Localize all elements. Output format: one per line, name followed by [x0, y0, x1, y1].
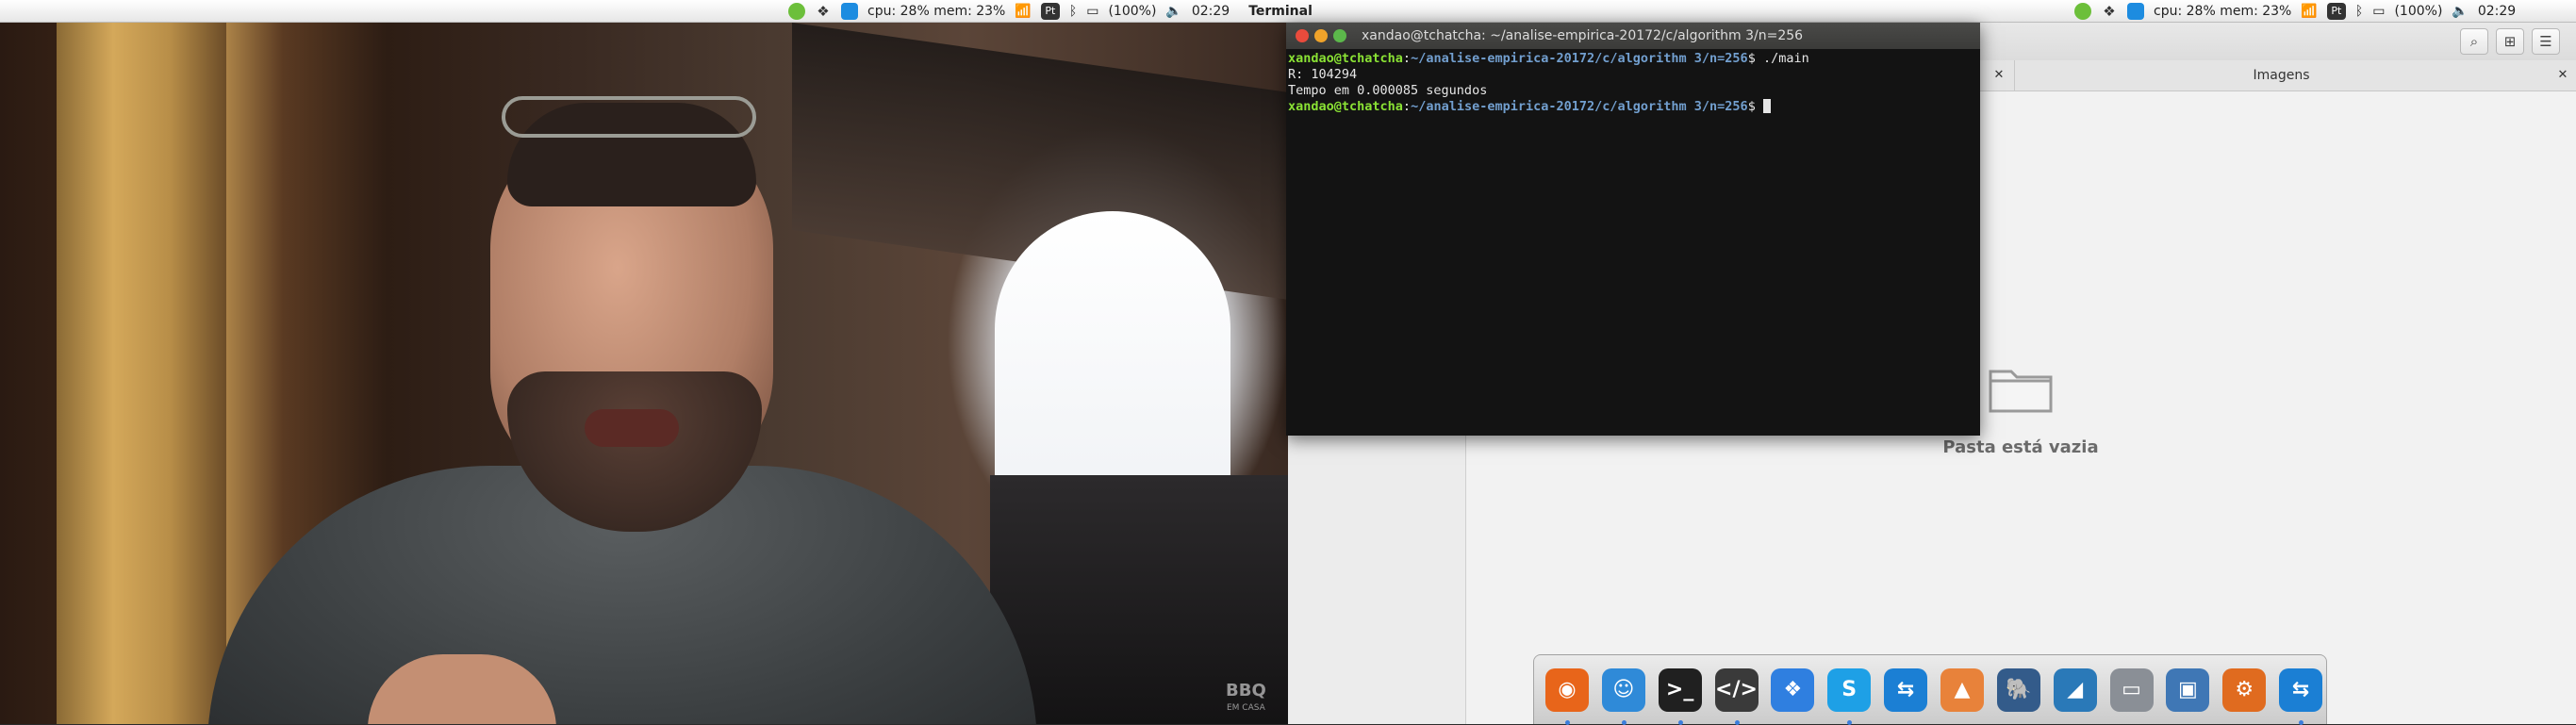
view-toggle-button[interactable]: ⊞ — [2496, 28, 2524, 55]
empty-folder-icon — [1989, 370, 2053, 413]
tab-close-button[interactable]: ✕ — [2551, 60, 2574, 91]
application-dock: ◉ ☺ >_ </> ❖ S ⇆ ▲ 🐘 ◢ ▭ ▣ ⚙ ⇆ — [1533, 654, 2327, 725]
dropbox-icon[interactable]: ❖ — [1767, 665, 1818, 716]
keyboard-layout-indicator[interactable]: Pt — [1040, 3, 1060, 20]
menubar-indicators-right: ❖ cpu: 28% mem: 23% 📶 Pt ᛒ ▭ (100%) 🔈 02… — [2074, 0, 2525, 23]
battery-percentage[interactable]: (100%) — [2394, 4, 2442, 19]
wifi-icon[interactable]: 📶 — [1015, 4, 1031, 19]
bluetooth-icon[interactable]: ᛒ — [1069, 4, 1077, 19]
terminal-output[interactable]: xandao@tchatcha:~/analise-empirica-20172… — [1288, 49, 1976, 436]
network-app-icon[interactable]: ⚙ — [2219, 665, 2270, 716]
text-cursor — [1762, 99, 1771, 113]
virtualbox-icon[interactable]: ▣ — [2162, 665, 2213, 716]
teamviewer-icon[interactable]: ⇆ — [1880, 665, 1931, 716]
wifi-icon[interactable]: 📶 — [2301, 4, 2317, 19]
hamburger-menu-icon: ☰ — [2539, 33, 2552, 50]
sunglasses — [502, 96, 756, 138]
terminal-titlebar[interactable]: xandao@tchatcha: ~/analise-empirica-2017… — [1286, 23, 1980, 49]
background-pillar — [57, 23, 226, 724]
terminal-title: xandao@tchatcha: ~/analise-empirica-2017… — [1362, 28, 1804, 43]
teamviewer-indicator-icon[interactable] — [841, 3, 858, 20]
postgresql-icon[interactable]: 🐘 — [1993, 665, 2044, 716]
person-speaking — [207, 51, 1056, 724]
menu-button[interactable]: ☰ — [2532, 28, 2560, 55]
battery-icon[interactable]: ▭ — [1086, 4, 1098, 19]
dropbox-indicator-icon[interactable]: ❖ — [815, 3, 832, 20]
volume-icon[interactable]: 🔈 — [2452, 4, 2468, 19]
code-editor-icon[interactable]: </> — [1711, 665, 1762, 725]
video-frame[interactable]: BBQ EM CASA — [0, 23, 1288, 724]
scanner-icon[interactable]: ▭ — [2106, 665, 2157, 716]
clock-text[interactable]: 02:29 — [2478, 4, 2516, 19]
system-monitor-text[interactable]: cpu: 28% mem: 23% — [2154, 4, 2291, 19]
matlab-icon[interactable]: ▲ — [1937, 665, 1988, 716]
skype-icon[interactable]: S — [1824, 665, 1874, 725]
search-icon: ⌕ — [2469, 33, 2479, 50]
window-maximize-button[interactable] — [1333, 29, 1346, 42]
tab-close-button[interactable]: ✕ — [1988, 60, 2010, 91]
volume-icon[interactable]: 🔈 — [1165, 4, 1181, 19]
teamviewer-indicator-icon[interactable] — [2127, 3, 2144, 20]
close-icon: ✕ — [2557, 68, 2568, 82]
terminal-icon[interactable]: >_ — [1655, 665, 1706, 725]
dropbox-indicator-icon[interactable]: ❖ — [2101, 3, 2118, 20]
bluetooth-icon[interactable]: ᛒ — [2355, 4, 2363, 19]
window-close-button[interactable] — [1296, 29, 1309, 42]
update-indicator-icon[interactable] — [2074, 3, 2091, 20]
top-menubar: ❖ cpu: 28% mem: 23% 📶 Pt ᛒ ▭ (100%) 🔈 02… — [0, 0, 2576, 23]
battery-percentage[interactable]: (100%) — [1108, 4, 1156, 19]
system-monitor-text[interactable]: cpu: 28% mem: 23% — [867, 4, 1005, 19]
search-button[interactable]: ⌕ — [2460, 28, 2488, 55]
terminal-line: Tempo em 0.000085 segundos — [1288, 83, 1488, 98]
keyboard-layout-indicator[interactable]: Pt — [2326, 3, 2346, 20]
finder-icon[interactable]: ☺ — [1598, 665, 1649, 725]
firefox-icon[interactable]: ◉ — [1542, 665, 1593, 725]
update-indicator-icon[interactable] — [788, 3, 805, 20]
empty-folder-message: Pasta está vazia — [1942, 437, 2099, 457]
grid-view-icon: ⊞ — [2503, 33, 2517, 50]
active-app-title: Terminal — [1248, 4, 1313, 19]
terminal-line: R: 104294 — [1288, 67, 1358, 82]
channel-watermark: BBQ EM CASA — [1226, 681, 1266, 714]
tab-imagens[interactable]: Imagens — [2014, 60, 2548, 91]
terminal-prompt[interactable]: xandao@tchatcha:~/analise-empirica-20172… — [1288, 99, 1976, 115]
teamviewer2-icon[interactable]: ⇆ — [2275, 665, 2326, 725]
terminal-window[interactable]: xandao@tchatcha: ~/analise-empirica-2017… — [1286, 23, 1980, 436]
clock-text[interactable]: 02:29 — [1192, 4, 1230, 19]
window-minimize-button[interactable] — [1314, 29, 1328, 42]
close-icon: ✕ — [1993, 68, 2005, 82]
battery-icon[interactable]: ▭ — [2372, 4, 2385, 19]
mysql-workbench-icon[interactable]: ◢ — [2050, 665, 2101, 716]
terminal-line: xandao@tchatcha:~/analise-empirica-20172… — [1288, 51, 1809, 66]
menubar-indicators-left: ❖ cpu: 28% mem: 23% 📶 Pt ᛒ ▭ (100%) 🔈 02… — [788, 0, 1313, 23]
